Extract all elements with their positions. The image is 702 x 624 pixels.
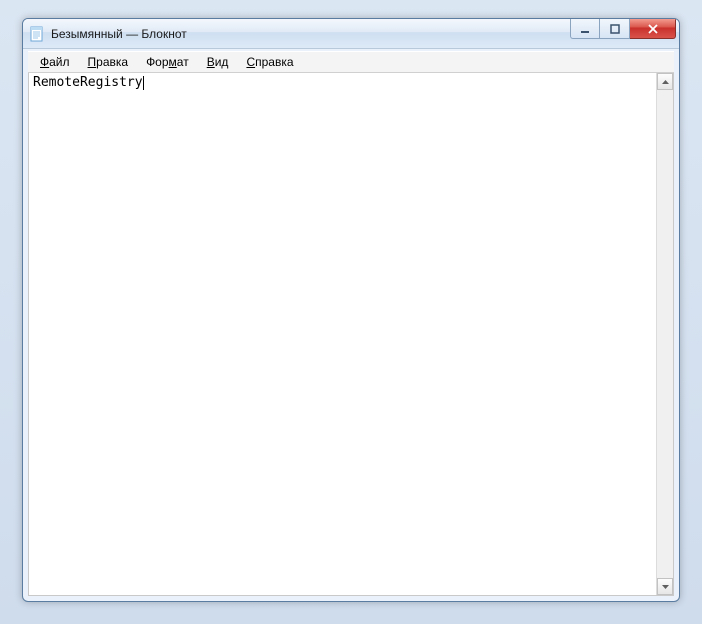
caption-buttons [570, 19, 676, 39]
window-title: Безымянный — Блокнот [51, 27, 187, 41]
scroll-track[interactable] [657, 90, 673, 578]
text-editor[interactable]: RemoteRegistry [29, 73, 656, 595]
menu-format[interactable]: Формат [138, 53, 197, 71]
desktop-background: Безымянный — Блокнот Файл Правка [0, 0, 702, 624]
notepad-window: Безымянный — Блокнот Файл Правка [22, 18, 680, 602]
menu-view[interactable]: Вид [199, 53, 237, 71]
minimize-button[interactable] [570, 19, 600, 39]
vertical-scrollbar[interactable] [656, 73, 673, 595]
menu-file[interactable]: Файл [32, 53, 78, 71]
menu-help[interactable]: Справка [238, 53, 301, 71]
chevron-down-icon [662, 585, 669, 589]
close-button[interactable] [630, 19, 676, 39]
minimize-icon [580, 24, 590, 34]
text-caret [143, 76, 144, 90]
menubar: Файл Правка Формат Вид Справка [28, 51, 674, 73]
maximize-icon [610, 24, 620, 34]
menu-edit[interactable]: Правка [80, 53, 137, 71]
scroll-down-button[interactable] [657, 578, 673, 595]
scroll-up-button[interactable] [657, 73, 673, 90]
close-icon [647, 24, 659, 34]
chevron-up-icon [662, 80, 669, 84]
maximize-button[interactable] [600, 19, 630, 39]
editor-content: RemoteRegistry [33, 75, 143, 90]
client-area: RemoteRegistry [28, 73, 674, 596]
notepad-app-icon [29, 26, 45, 42]
titlebar[interactable]: Безымянный — Блокнот [23, 19, 679, 49]
